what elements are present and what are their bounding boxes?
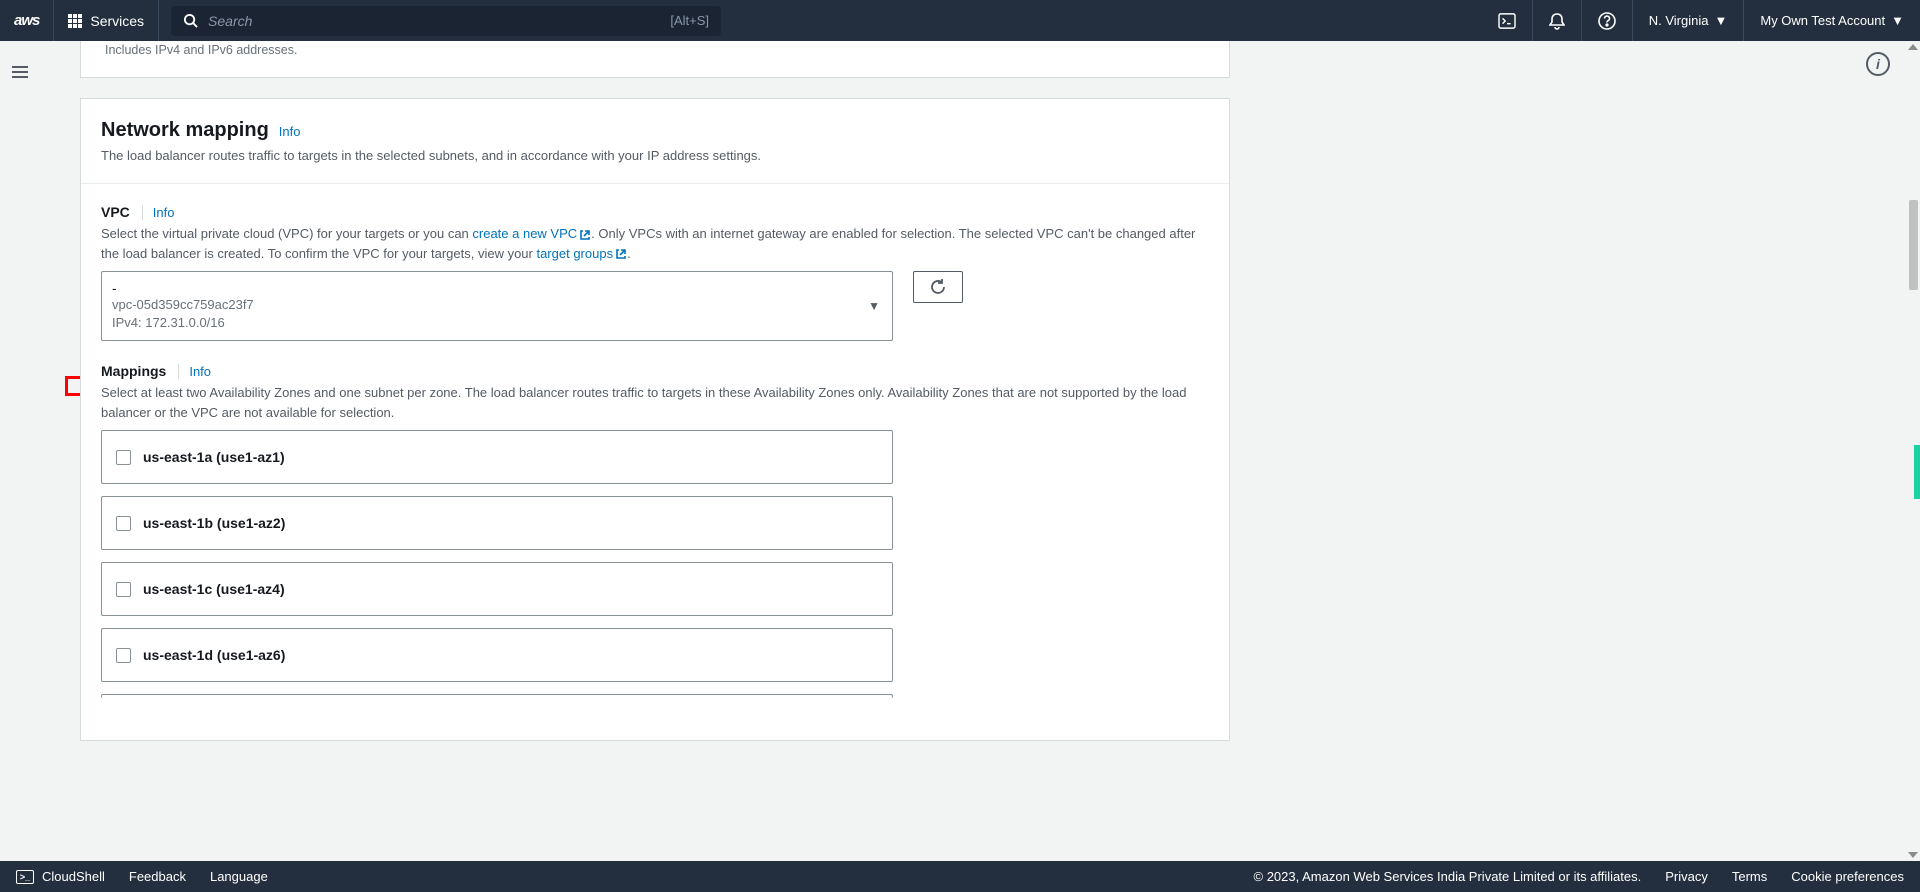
privacy-link[interactable]: Privacy — [1665, 869, 1708, 884]
region-label: N. Virginia — [1649, 13, 1709, 28]
terminal-icon — [1498, 13, 1516, 29]
external-link-icon — [615, 248, 627, 260]
mappings-info-link[interactable]: Info — [178, 364, 211, 379]
panel-info-link[interactable]: Info — [279, 124, 301, 139]
az-item-us-east-1b[interactable]: us-east-1b (use1-az2) — [101, 496, 893, 550]
mappings-field: Mappings Info Select at least two Availa… — [101, 363, 1209, 698]
caret-down-icon: ▼ — [868, 299, 880, 313]
vpc-select-row: - vpc-05d359cc759ac23f7 IPv4: 172.31.0.0… — [101, 271, 1209, 341]
az-checkbox[interactable] — [116, 516, 131, 531]
az-checkbox[interactable] — [116, 450, 131, 465]
vpc-field: VPC Info Select the virtual private clou… — [101, 204, 1209, 341]
az-item-us-east-1a[interactable]: us-east-1a (use1-az1) — [101, 430, 893, 484]
nav-left-group: aws Services [Alt+S] — [0, 0, 721, 41]
terms-link[interactable]: Terms — [1732, 869, 1767, 884]
az-name: us-east-1c (use1-az4) — [143, 581, 285, 597]
vpc-desc-part3: . — [627, 246, 631, 261]
services-grid-icon — [68, 14, 82, 28]
aws-logo-text: aws — [14, 12, 39, 29]
nav-right-group: N. Virginia ▼ My Own Test Account ▼ — [1482, 0, 1920, 41]
hamburger-icon — [12, 66, 28, 78]
cloudshell-label: CloudShell — [42, 869, 105, 884]
panel-description: The load balancer routes traffic to targ… — [101, 148, 1209, 163]
search-input[interactable] — [208, 13, 660, 29]
caret-down-icon: ▼ — [1714, 13, 1727, 28]
refresh-icon — [929, 278, 947, 296]
az-name: us-east-1b (use1-az2) — [143, 515, 285, 531]
az-name: us-east-1a (use1-az1) — [143, 449, 285, 465]
cloudshell-button[interactable]: >_ CloudShell — [16, 869, 105, 884]
vpc-select-id: vpc-05d359cc759ac23f7 — [112, 296, 862, 314]
footer-left: >_ CloudShell Feedback Language — [16, 869, 268, 884]
footer-right: © 2023, Amazon Web Services India Privat… — [1254, 869, 1904, 884]
cloudshell-icon-button[interactable] — [1482, 0, 1532, 41]
side-panel-toggle[interactable] — [0, 52, 40, 92]
vpc-refresh-button[interactable] — [913, 271, 963, 303]
bell-icon — [1549, 12, 1565, 30]
language-link[interactable]: Language — [210, 869, 268, 884]
search-shortcut-hint: [Alt+S] — [670, 13, 709, 28]
panel-title: Network mapping — [101, 119, 269, 142]
ip-address-panel-fragment: Includes IPv4 and IPv6 addresses. — [80, 41, 1230, 78]
target-groups-link[interactable]: target groups — [536, 246, 627, 261]
panel-body: VPC Info Select the virtual private clou… — [81, 184, 1229, 740]
panel-header: Network mapping Info The load balancer r… — [81, 99, 1229, 184]
vpc-select-cidr: IPv4: 172.31.0.0/16 — [112, 314, 862, 332]
account-menu[interactable]: My Own Test Account ▼ — [1743, 0, 1920, 41]
az-item-us-east-1c[interactable]: us-east-1c (use1-az4) — [101, 562, 893, 616]
cookie-preferences-link[interactable]: Cookie preferences — [1791, 869, 1904, 884]
vpc-desc-part1: Select the virtual private cloud (VPC) f… — [101, 226, 472, 241]
global-search[interactable]: [Alt+S] — [171, 6, 721, 36]
account-label: My Own Test Account — [1760, 13, 1885, 28]
copyright-text: © 2023, Amazon Web Services India Privat… — [1254, 869, 1642, 884]
external-link-icon — [579, 229, 591, 241]
vpc-info-link[interactable]: Info — [142, 205, 175, 220]
services-label: Services — [90, 13, 144, 29]
create-vpc-link[interactable]: create a new VPC — [472, 226, 591, 241]
region-selector[interactable]: N. Virginia ▼ — [1632, 0, 1744, 41]
az-item-us-east-1d[interactable]: us-east-1d (use1-az6) — [101, 628, 893, 682]
top-navigation: aws Services [Alt+S] N. Virginia ▼ My Ow… — [0, 0, 1920, 41]
feedback-link[interactable]: Feedback — [129, 869, 186, 884]
ip-helper-text: Includes IPv4 and IPv6 addresses. — [101, 43, 1209, 57]
notifications-button[interactable] — [1532, 0, 1581, 41]
az-name: us-east-1d (use1-az6) — [143, 647, 285, 663]
help-button[interactable] — [1581, 0, 1632, 41]
az-checkbox[interactable] — [116, 582, 131, 597]
vpc-select-dash: - — [112, 280, 862, 296]
vpc-label: VPC — [101, 204, 130, 220]
aws-logo[interactable]: aws — [0, 0, 54, 41]
services-menu-button[interactable]: Services — [54, 0, 159, 41]
help-icon — [1598, 12, 1616, 30]
availability-zone-list: us-east-1a (use1-az1) us-east-1b (use1-a… — [101, 430, 893, 698]
network-mapping-panel: Network mapping Info The load balancer r… — [80, 98, 1230, 741]
az-checkbox[interactable] — [116, 648, 131, 663]
caret-down-icon: ▼ — [1891, 13, 1904, 28]
cloudshell-icon: >_ — [16, 870, 34, 884]
mappings-description: Select at least two Availability Zones a… — [101, 383, 1209, 422]
form-column: Includes IPv4 and IPv6 addresses. Networ… — [40, 41, 1270, 741]
vpc-select[interactable]: - vpc-05d359cc759ac23f7 IPv4: 172.31.0.0… — [101, 271, 893, 341]
vpc-description: Select the virtual private cloud (VPC) f… — [101, 224, 1209, 263]
az-item-cutoff — [101, 694, 893, 698]
mappings-label: Mappings — [101, 363, 166, 379]
console-footer: >_ CloudShell Feedback Language © 2023, … — [0, 861, 1920, 892]
main-content: Includes IPv4 and IPv6 addresses. Networ… — [40, 41, 1920, 861]
search-icon — [183, 13, 198, 28]
